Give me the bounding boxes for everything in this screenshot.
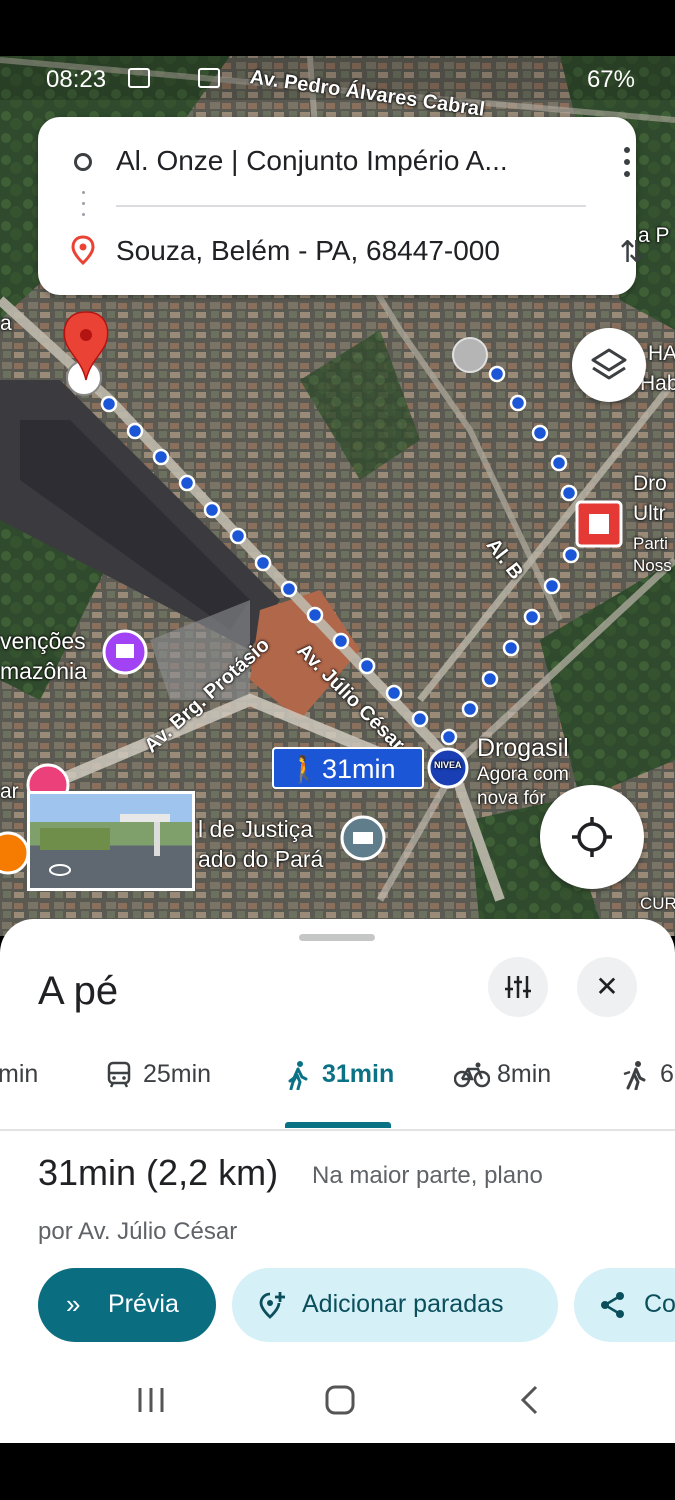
my-location-button[interactable] [540, 785, 644, 889]
status-bar: 08:23 67% [0, 62, 675, 98]
crosshair-icon [572, 817, 612, 857]
destination-field[interactable]: Souza, Belém - PA, 68447-000 [116, 235, 500, 267]
status-time: 08:23 [46, 66, 107, 93]
place-label-drogasil-sub1: Agora com [477, 764, 569, 785]
place-label-right-1: Dro [633, 472, 667, 495]
route-options-button[interactable] [488, 957, 548, 1017]
ride-icon [623, 1061, 646, 1090]
recent-apps-icon[interactable] [136, 1386, 166, 1414]
place-label-convencoes-1: venções [0, 628, 86, 654]
preview-button-label: Prévia [108, 1290, 179, 1318]
tab-mode-walk-label: 31min [322, 1060, 395, 1088]
bottom-black-bar [0, 1443, 675, 1500]
active-tab-indicator [285, 1122, 391, 1128]
tab-mode-ride-label: 6 [660, 1060, 674, 1088]
layers-button[interactable] [572, 328, 646, 402]
place-label-drogasil-sub2: nova fór [477, 788, 546, 809]
origin-circle-icon [74, 153, 92, 171]
home-icon[interactable] [324, 1384, 356, 1416]
travel-modes-tabs: min 25min 31min 8min 6 [0, 1040, 675, 1130]
layers-icon [591, 348, 627, 380]
add-stops-button-label: Adicionar paradas [302, 1290, 504, 1318]
notification-icon [198, 68, 220, 88]
nivea-marker-label: NIVEA [434, 760, 462, 770]
bike-icon [454, 1062, 490, 1088]
street-view-thumbnail[interactable] [27, 791, 195, 891]
directions-search-card: Al. Onze | Conjunto Império A... Souza, … [38, 117, 645, 295]
walk-icon: 🚶 [288, 754, 321, 784]
tab-mode-transit-label: 25min [143, 1060, 212, 1088]
swap-directions-icon[interactable]: ⇅ [612, 233, 652, 273]
destination-pin-icon [71, 235, 95, 265]
route-time-chip-label: 31min [322, 754, 396, 784]
route-via: por Av. Júlio César [38, 1218, 238, 1245]
tab-mode-car[interactable]: min [0, 1060, 38, 1089]
transit-icon [107, 1061, 131, 1088]
place-label-right-2: Ultr [633, 502, 666, 525]
top-black-bar [0, 0, 675, 56]
place-label-right-3: Parti [633, 534, 668, 553]
place-label-left-ar: ar [0, 780, 19, 803]
place-label-justica-2: ado do Pará [198, 846, 324, 872]
close-button[interactable]: ✕ [577, 957, 637, 1017]
walk-mode-icon [288, 1061, 308, 1090]
connector-dots [82, 191, 86, 221]
back-icon[interactable] [518, 1384, 542, 1416]
status-battery: 67% [586, 66, 635, 93]
route-time-chip[interactable]: 🚶 31min [272, 747, 424, 789]
gallery-icon [128, 68, 150, 88]
street-view-image [40, 814, 170, 876]
route-summary-note: Na maior parte, plano [312, 1162, 543, 1189]
origin-field[interactable]: Al. Onze | Conjunto Império A... [116, 145, 508, 177]
place-label-cur: CUR [640, 894, 675, 913]
route-summary-time: 31min (2,2 km) [38, 1152, 279, 1193]
origin-row[interactable]: Al. Onze | Conjunto Império A... [38, 131, 636, 191]
share-button-label: Co [644, 1290, 675, 1318]
screen: Av. Pedro Álvares Cabral Av. Júlio César… [0, 0, 675, 1500]
tab-mode-car-label: min [0, 1060, 39, 1088]
search-divider [116, 205, 586, 207]
tab-mode-bike-label: 8min [497, 1060, 552, 1088]
add-stop-pin-icon [259, 1292, 285, 1319]
place-label-left-a: a [0, 312, 12, 335]
sheet-drag-handle[interactable] [299, 934, 375, 941]
more-options-icon[interactable] [624, 147, 634, 181]
place-label-right-4: Noss [633, 556, 672, 575]
sheet-title: A pé [38, 969, 119, 1013]
place-label-right-ha: HA [648, 342, 675, 365]
sliders-icon [505, 976, 531, 998]
share-button[interactable]: Co [574, 1268, 675, 1342]
place-label-justica-1: l de Justiça [198, 816, 314, 842]
tabs-divider [0, 1129, 675, 1131]
system-nav-bar [0, 1350, 675, 1443]
close-icon: ✕ [595, 971, 619, 1002]
double-chevron-icon: » [66, 1289, 81, 1319]
place-label-convencoes-2: mazônia [0, 658, 87, 684]
add-stops-button[interactable]: Adicionar paradas [232, 1268, 558, 1342]
place-label-right-hab: Hab [640, 372, 675, 395]
place-label-drogasil[interactable]: Drogasil [477, 734, 569, 763]
preview-button[interactable]: » Prévia [38, 1268, 216, 1342]
destination-row[interactable]: Souza, Belém - PA, 68447-000 [38, 221, 636, 281]
share-icon [601, 1292, 624, 1318]
